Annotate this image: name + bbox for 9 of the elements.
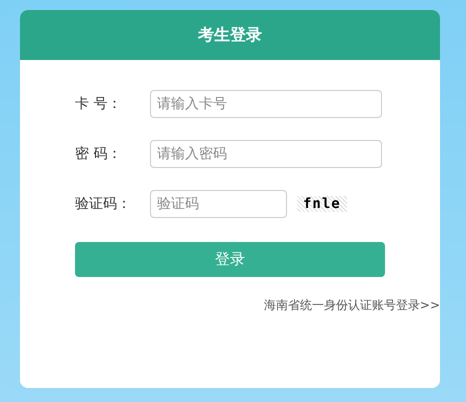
password-field[interactable]: 请输入密码 [150,140,382,168]
card-number-field[interactable]: 请输入卡号 [150,90,382,118]
field-label: 密 码： [75,145,122,163]
login-title: 考生登录 [20,10,440,60]
captcha-field[interactable]: 验证码 [150,190,287,218]
field-label: 验证码： [75,195,132,213]
identity-login-link[interactable]: 海南省统一身份认证账号登录>> [264,297,440,314]
captcha-image[interactable]: fnle [297,196,347,212]
field-label: 卡 号： [75,95,122,113]
